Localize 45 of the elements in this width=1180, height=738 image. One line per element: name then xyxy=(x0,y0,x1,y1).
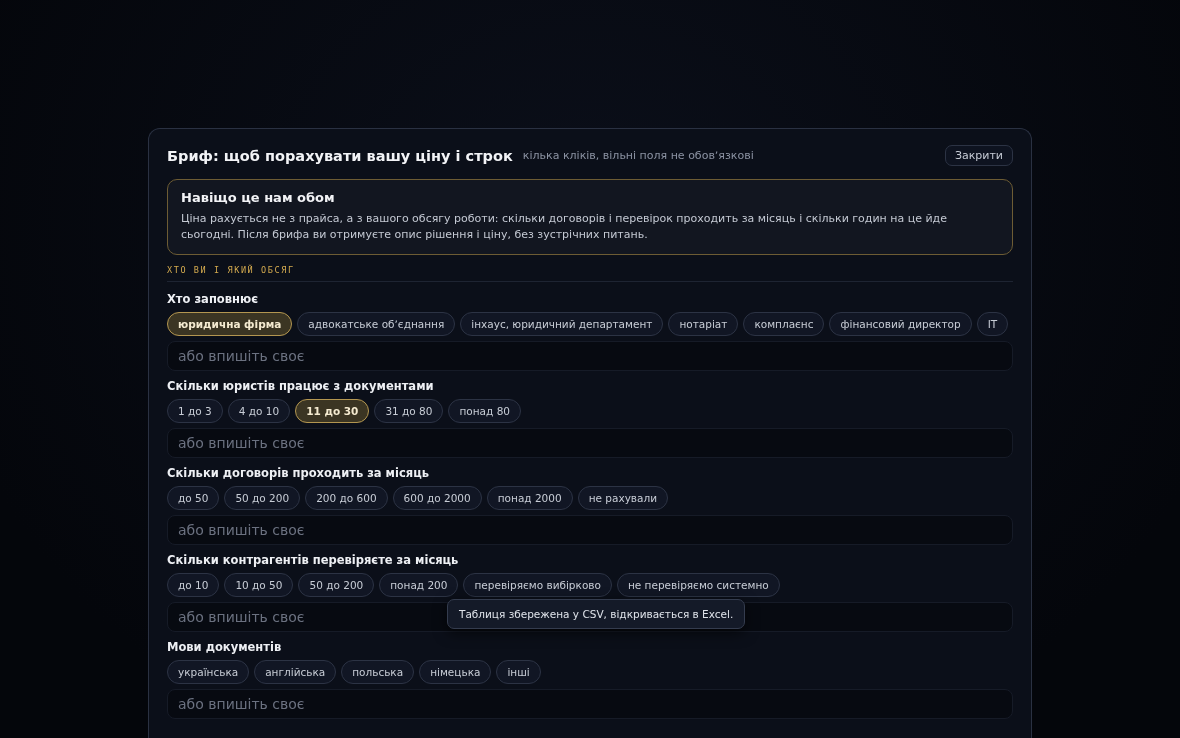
question-label: Хто заповнює xyxy=(167,292,259,306)
option-chip[interactable]: 10 до 50 xyxy=(224,573,294,597)
option-chip[interactable]: не рахували xyxy=(577,486,668,510)
option-chip[interactable]: німецька xyxy=(419,660,492,684)
option-chip[interactable]: адвокатське обʼєднання xyxy=(297,312,456,336)
option-chip[interactable]: 1 до 3 xyxy=(167,399,223,423)
close-button[interactable]: Закрити xyxy=(944,145,1013,166)
info-text: Ціна рахується не з прайса, а з вашого обсягу роботи: скільки договорів і перевірок проходить за місяць і скільки годин на це йде сьогодні. Після брифа ви отримуєте опис рішення і ціну, без зустрічних питань. xyxy=(181,211,948,243)
dialog-title: Бриф: щоб порахувати вашу ціну і строк xyxy=(167,147,513,164)
input-field[interactable]: або впишіть своє xyxy=(167,341,1013,371)
question-label: Скільки контрагентів перевіряєте за місяць xyxy=(167,553,460,567)
option-chip[interactable]: 50 до 200 xyxy=(298,573,375,597)
option-chip[interactable]: нотаріат xyxy=(668,312,739,336)
option-chip[interactable]: не перевіряємо системно xyxy=(616,573,780,597)
dialog-subtitle: кілька кліків, вільні поля не обовʼязкові xyxy=(522,149,755,162)
question-label: Скільки договорів проходить за місяць xyxy=(167,466,430,480)
option-chip[interactable]: 31 до 80 xyxy=(374,399,444,423)
option-chip[interactable]: до 50 xyxy=(167,486,220,510)
input-field[interactable]: або впишіть своє xyxy=(167,515,1013,545)
option-chip[interactable]: інші xyxy=(496,660,541,684)
option-chip[interactable]: понад 2000 xyxy=(486,486,573,510)
option-chip[interactable]: фінансовий директор xyxy=(829,312,972,336)
question-label: Скільки юристів працює з документами xyxy=(167,379,435,393)
section-label: ХТО ВИ І ЯКИЙ ОБСЯГ xyxy=(167,263,1013,282)
input-field[interactable]: або впишіть своє xyxy=(167,689,1013,719)
tooltip: Таблиця збережена у CSV, відкривається в Excel. xyxy=(447,599,746,629)
option-chip[interactable]: юридична фірма xyxy=(167,312,293,336)
question-label: Мови документів xyxy=(167,640,283,654)
option-chip[interactable]: понад 80 xyxy=(448,399,521,423)
info-title: Навіщо це нам обом xyxy=(181,190,336,205)
option-chip[interactable]: 50 до 200 xyxy=(224,486,301,510)
input-field[interactable]: або впишіть своє xyxy=(167,428,1013,458)
option-chip[interactable]: до 10 xyxy=(167,573,220,597)
option-chip[interactable]: 11 до 30 xyxy=(295,399,370,423)
option-chip[interactable]: понад 200 xyxy=(379,573,459,597)
option-chip[interactable]: польська xyxy=(341,660,415,684)
option-chip[interactable]: інхаус, юридичний департамент xyxy=(460,312,664,336)
option-chip[interactable]: комплаєнс xyxy=(743,312,825,336)
option-chip[interactable]: українська xyxy=(167,660,250,684)
option-chip[interactable]: IT xyxy=(976,312,1009,336)
option-chip[interactable]: перевіряємо вибірково xyxy=(463,573,612,597)
option-chip[interactable]: англійська xyxy=(254,660,337,684)
option-chip[interactable]: 200 до 600 xyxy=(305,486,388,510)
option-chip[interactable]: 4 до 10 xyxy=(227,399,291,423)
option-chip[interactable]: 600 до 2000 xyxy=(392,486,482,510)
